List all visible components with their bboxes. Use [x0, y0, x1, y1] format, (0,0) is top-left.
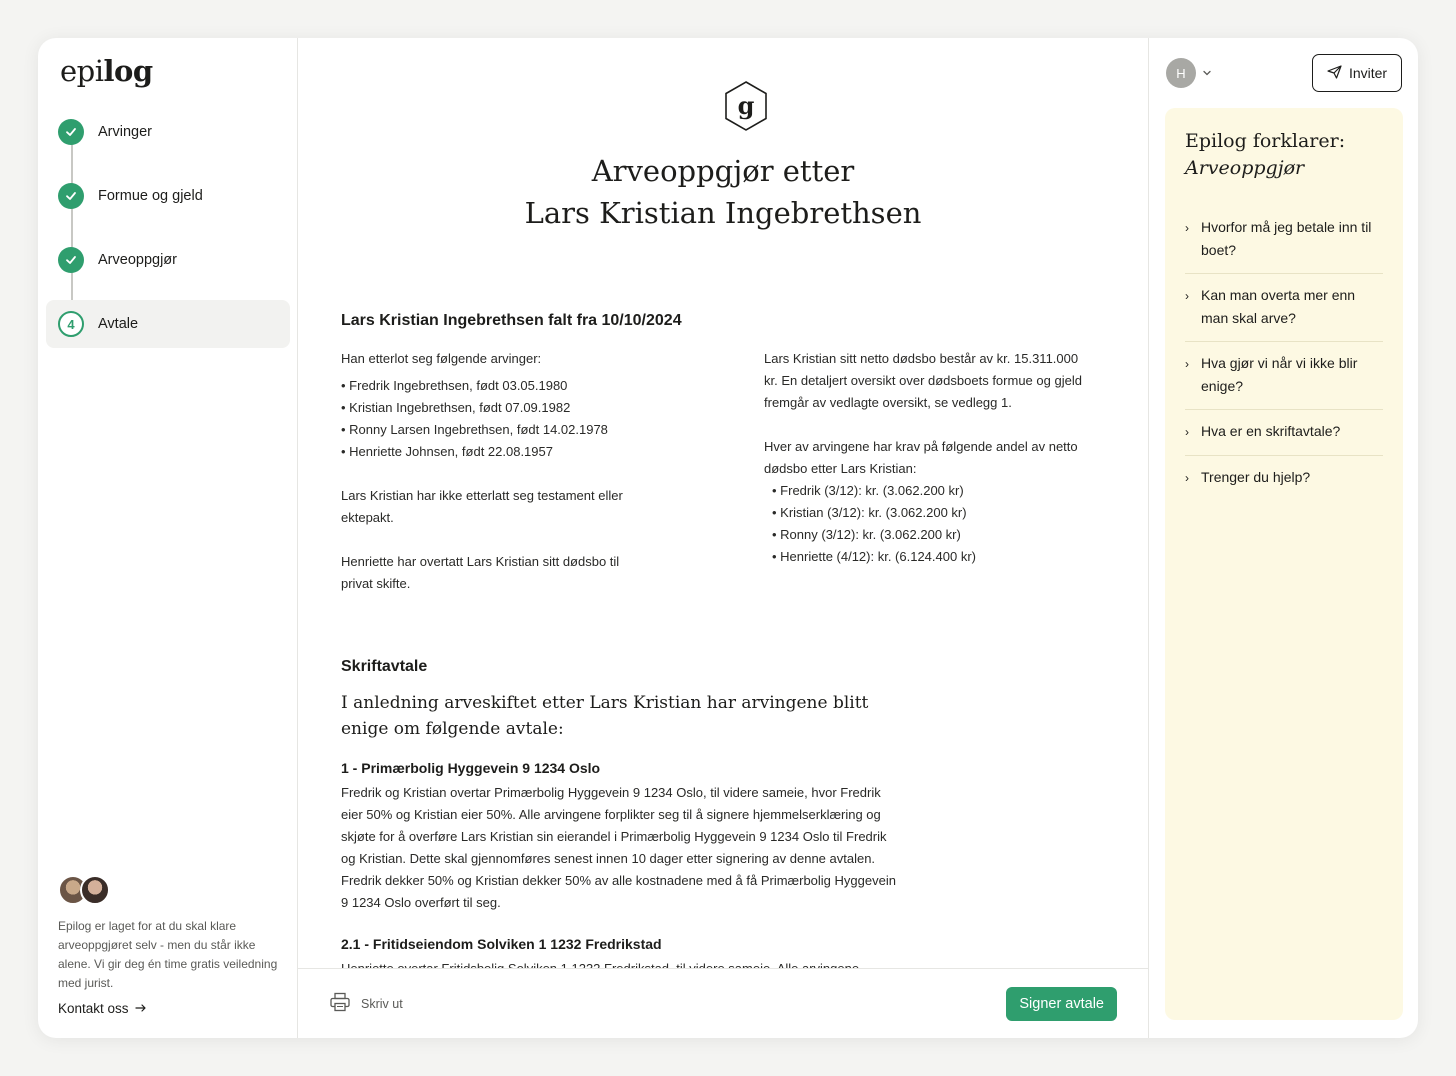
contact-label: Kontakt oss — [58, 1001, 129, 1016]
epilog-logo[interactable]: epilog — [60, 54, 153, 88]
document-scroll[interactable]: g Arveoppgjør etter Lars Kristian Ingebr… — [298, 38, 1148, 968]
list-item: Ronny (3/12): kr. (3.062.200 kr) — [772, 524, 1084, 546]
send-icon — [1327, 64, 1342, 82]
title-line: Lars Kristian Ingebrethsen — [524, 196, 922, 230]
invite-label: Inviter — [1348, 65, 1388, 81]
sign-agreement-button[interactable]: Signer avtale — [1006, 986, 1117, 1021]
faq-item[interactable]: › Hva er en skriftavtale? — [1185, 410, 1383, 456]
step-arvinger[interactable]: Arvinger — [46, 108, 290, 156]
printer-icon — [329, 992, 351, 1015]
step-number: 4 — [58, 311, 84, 337]
section-heading: Skriftavtale — [341, 658, 428, 675]
list-item: Kristian Ingebrethsen, født 07.09.1982 — [341, 397, 641, 419]
chevron-down-icon — [1202, 64, 1212, 82]
sidebar: epilog Arvinger Formue og gjeld Arveoppg… — [38, 38, 298, 1038]
faq-label: Hva er en skriftavtale? — [1201, 423, 1341, 439]
faq-item[interactable]: › Hvorfor må jeg betale inn til boet? — [1185, 206, 1383, 274]
step-label: Arveoppgjør — [98, 252, 177, 268]
check-icon — [58, 183, 84, 209]
help-text: Epilog er laget for at du skal klare arv… — [58, 919, 278, 990]
no-will-text: Lars Kristian har ikke etterlatt seg tes… — [341, 488, 623, 525]
step-arveoppgjor[interactable]: Arveoppgjør — [46, 236, 290, 284]
check-icon — [58, 119, 84, 145]
step-formue-og-gjeld[interactable]: Formue og gjeld — [46, 172, 290, 220]
avatar — [80, 875, 110, 905]
chevron-right-icon: › — [1185, 221, 1189, 235]
explain-subtitle: Arveoppgjør — [1185, 157, 1305, 179]
item-body: Henriette overtar Fritidsbolig Solviken … — [341, 958, 901, 968]
print-button[interactable]: Skriv ut — [329, 992, 403, 1015]
private-settlement-text: Henriette har overtatt Lars Kristian sit… — [341, 554, 620, 591]
step-avtale[interactable]: 4 Avtale — [46, 300, 290, 348]
faq-label: Kan man overta mer enn man skal arve? — [1201, 287, 1356, 326]
shares-list: Fredrik (3/12): kr. (3.062.200 kr) Krist… — [764, 480, 1084, 568]
faq-label: Trenger du hjelp? — [1201, 469, 1311, 485]
print-label: Skriv ut — [361, 996, 403, 1011]
step-label: Formue og gjeld — [98, 188, 203, 204]
estate-text: Lars Kristian sitt netto dødsbo består a… — [764, 351, 1082, 410]
chevron-right-icon: › — [1185, 289, 1189, 303]
document-footer: Skriv ut Signer avtale — [298, 968, 1148, 1038]
list-item: Fredrik (3/12): kr. (3.062.200 kr) — [772, 480, 1084, 502]
chevron-right-icon: › — [1185, 357, 1189, 371]
contact-link[interactable]: Kontakt oss — [58, 1001, 278, 1016]
faq-label: Hvorfor må jeg betale inn til boet? — [1201, 219, 1372, 258]
step-list: Arvinger Formue og gjeld Arveoppgjør 4 A… — [46, 108, 290, 364]
item-heading: 1 - Primærbolig Hyggevein 9 1234 Oslo — [341, 760, 601, 776]
document-pane: g Arveoppgjør etter Lars Kristian Ingebr… — [298, 38, 1148, 1038]
jurist-avatars — [58, 875, 278, 905]
faq-item[interactable]: › Hva gjør vi når vi ikke blir enige? — [1185, 342, 1383, 410]
help-box: Epilog er laget for at du skal klare arv… — [58, 875, 278, 1016]
user-menu[interactable]: H — [1166, 58, 1212, 88]
avatar: H — [1166, 58, 1196, 88]
section-heading: Lars Kristian Ingebrethsen falt fra 10/1… — [341, 312, 682, 329]
epilog-emblem-icon: g — [722, 80, 770, 132]
heirs-list: Fredrik Ingebrethsen, født 03.05.1980 Kr… — [341, 375, 641, 463]
step-label: Avtale — [98, 316, 139, 332]
list-item: Henriette (4/12): kr. (6.124.400 kr) — [772, 546, 1084, 568]
list-item: Fredrik Ingebrethsen, født 03.05.1980 — [341, 375, 641, 397]
estate-column: Lars Kristian sitt netto dødsbo består a… — [764, 348, 1084, 568]
heirs-intro: Han etterlot seg følgende arvinger: — [341, 351, 542, 366]
chevron-right-icon: › — [1185, 471, 1189, 485]
explain-title: Epilog forklarer: Arveoppgjør — [1185, 128, 1383, 182]
explain-sidebar: H Inviter Epilog forklarer: Arveoppgjør … — [1148, 38, 1418, 1038]
heirs-column: Han etterlot seg følgende arvinger: Fred… — [341, 348, 641, 617]
faq-label: Hva gjør vi når vi ikke blir enige? — [1201, 355, 1358, 394]
document-title: Arveoppgjør etter Lars Kristian Ingebret… — [298, 150, 1148, 234]
explain-panel: Epilog forklarer: Arveoppgjør › Hvorfor … — [1165, 108, 1403, 1020]
title-line: Arveoppgjør etter — [591, 154, 855, 188]
step-label: Arvinger — [98, 124, 152, 140]
list-item: Henriette Johnsen, født 22.08.1957 — [341, 441, 641, 463]
item-heading: 2.1 - Fritidseiendom Solviken 1 1232 Fre… — [341, 936, 662, 952]
svg-text:g: g — [738, 91, 755, 120]
faq-item[interactable]: › Kan man overta mer enn man skal arve? — [1185, 274, 1383, 342]
chevron-right-icon: › — [1185, 425, 1189, 439]
item-body: Fredrik og Kristian overtar Primærbolig … — [341, 785, 896, 910]
app-window: epilog Arvinger Formue og gjeld Arveoppg… — [38, 38, 1418, 1038]
invite-button[interactable]: Inviter — [1312, 54, 1402, 92]
arrow-right-icon — [134, 1001, 147, 1016]
faq-item[interactable]: › Trenger du hjelp? — [1185, 456, 1383, 501]
list-item: Kristian (3/12): kr. (3.062.200 kr) — [772, 502, 1084, 524]
explain-title-text: Epilog forklarer: — [1185, 130, 1346, 152]
check-icon — [58, 247, 84, 273]
shares-intro: Hver av arvingene har krav på følgende a… — [764, 439, 1078, 476]
agreement-lead: I anledning arveskiftet etter Lars Krist… — [341, 693, 869, 739]
list-item: Ronny Larsen Ingebrethsen, født 14.02.19… — [341, 419, 641, 441]
